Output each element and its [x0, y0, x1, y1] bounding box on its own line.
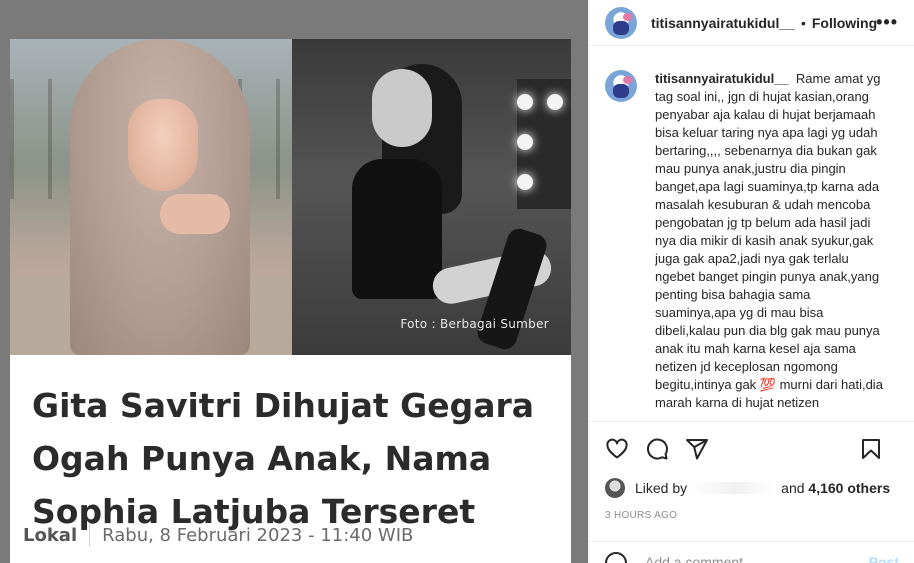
news-meta: Lokal Rabu, 8 Februari 2023 - 11:40 WIB	[23, 524, 413, 546]
photo-sophia-latjuba: Foto : Berbagai Sumber	[292, 39, 571, 355]
comment-body: titisannyairatukidul__ Rame amat yg tag …	[655, 70, 885, 420]
post-comment-button[interactable]: Post	[869, 554, 899, 563]
likes-count-link[interactable]: 4,160 others	[808, 480, 890, 496]
likes-summary: Liked by and 4,160 others	[605, 478, 890, 498]
emoji-icon[interactable]	[605, 552, 627, 563]
comment-icon[interactable]	[645, 437, 669, 461]
send-icon[interactable]	[685, 437, 709, 461]
bookmark-icon[interactable]	[859, 437, 883, 461]
news-headline: Gita Savitri Dihujat Gegara Ogah Punya A…	[32, 386, 535, 531]
comment-input[interactable]: Add a comment…	[645, 554, 757, 563]
comment-text: Rame amat yg tag soal ini,, jgn di hujat…	[655, 71, 883, 410]
avatar[interactable]	[605, 6, 637, 39]
heart-icon[interactable]	[605, 437, 629, 461]
news-category: Lokal	[23, 524, 78, 546]
comment-avatar[interactable]	[605, 70, 637, 102]
post-timestamp[interactable]: 3 HOURS AGO	[605, 510, 677, 521]
photo-gita-savitri	[10, 39, 292, 355]
news-date: Rabu, 8 Februari 2023 - 11:40 WIB	[102, 524, 414, 546]
photo-credit: Foto : Berbagai Sumber	[400, 317, 549, 331]
divider	[89, 524, 91, 546]
liker-avatar[interactable]	[605, 478, 625, 498]
comment-username[interactable]: titisannyairatukidul__	[655, 71, 789, 86]
news-card: Foto : Berbagai Sumber Gita Savitri Dihu…	[10, 39, 571, 563]
post-media[interactable]: Foto : Berbagai Sumber Gita Savitri Dihu…	[0, 0, 588, 563]
likes-and-label: and	[781, 480, 805, 496]
action-bar	[589, 421, 914, 476]
caption-comment: titisannyairatukidul__ Rame amat yg tag …	[605, 70, 905, 420]
following-button[interactable]: Following	[812, 15, 877, 31]
post-header: titisannyairatukidul__ • Following •••	[589, 0, 914, 46]
more-options-icon[interactable]: •••	[876, 12, 898, 33]
separator-dot: •	[800, 14, 806, 31]
liked-by-label: Liked by	[635, 480, 688, 496]
username-link[interactable]: titisannyairatukidul__	[651, 15, 795, 31]
liker-name-redacted	[691, 482, 778, 494]
add-comment-bar: Add a comment… Post	[589, 541, 914, 563]
post-side-panel: titisannyairatukidul__ • Following ••• t…	[588, 0, 914, 563]
